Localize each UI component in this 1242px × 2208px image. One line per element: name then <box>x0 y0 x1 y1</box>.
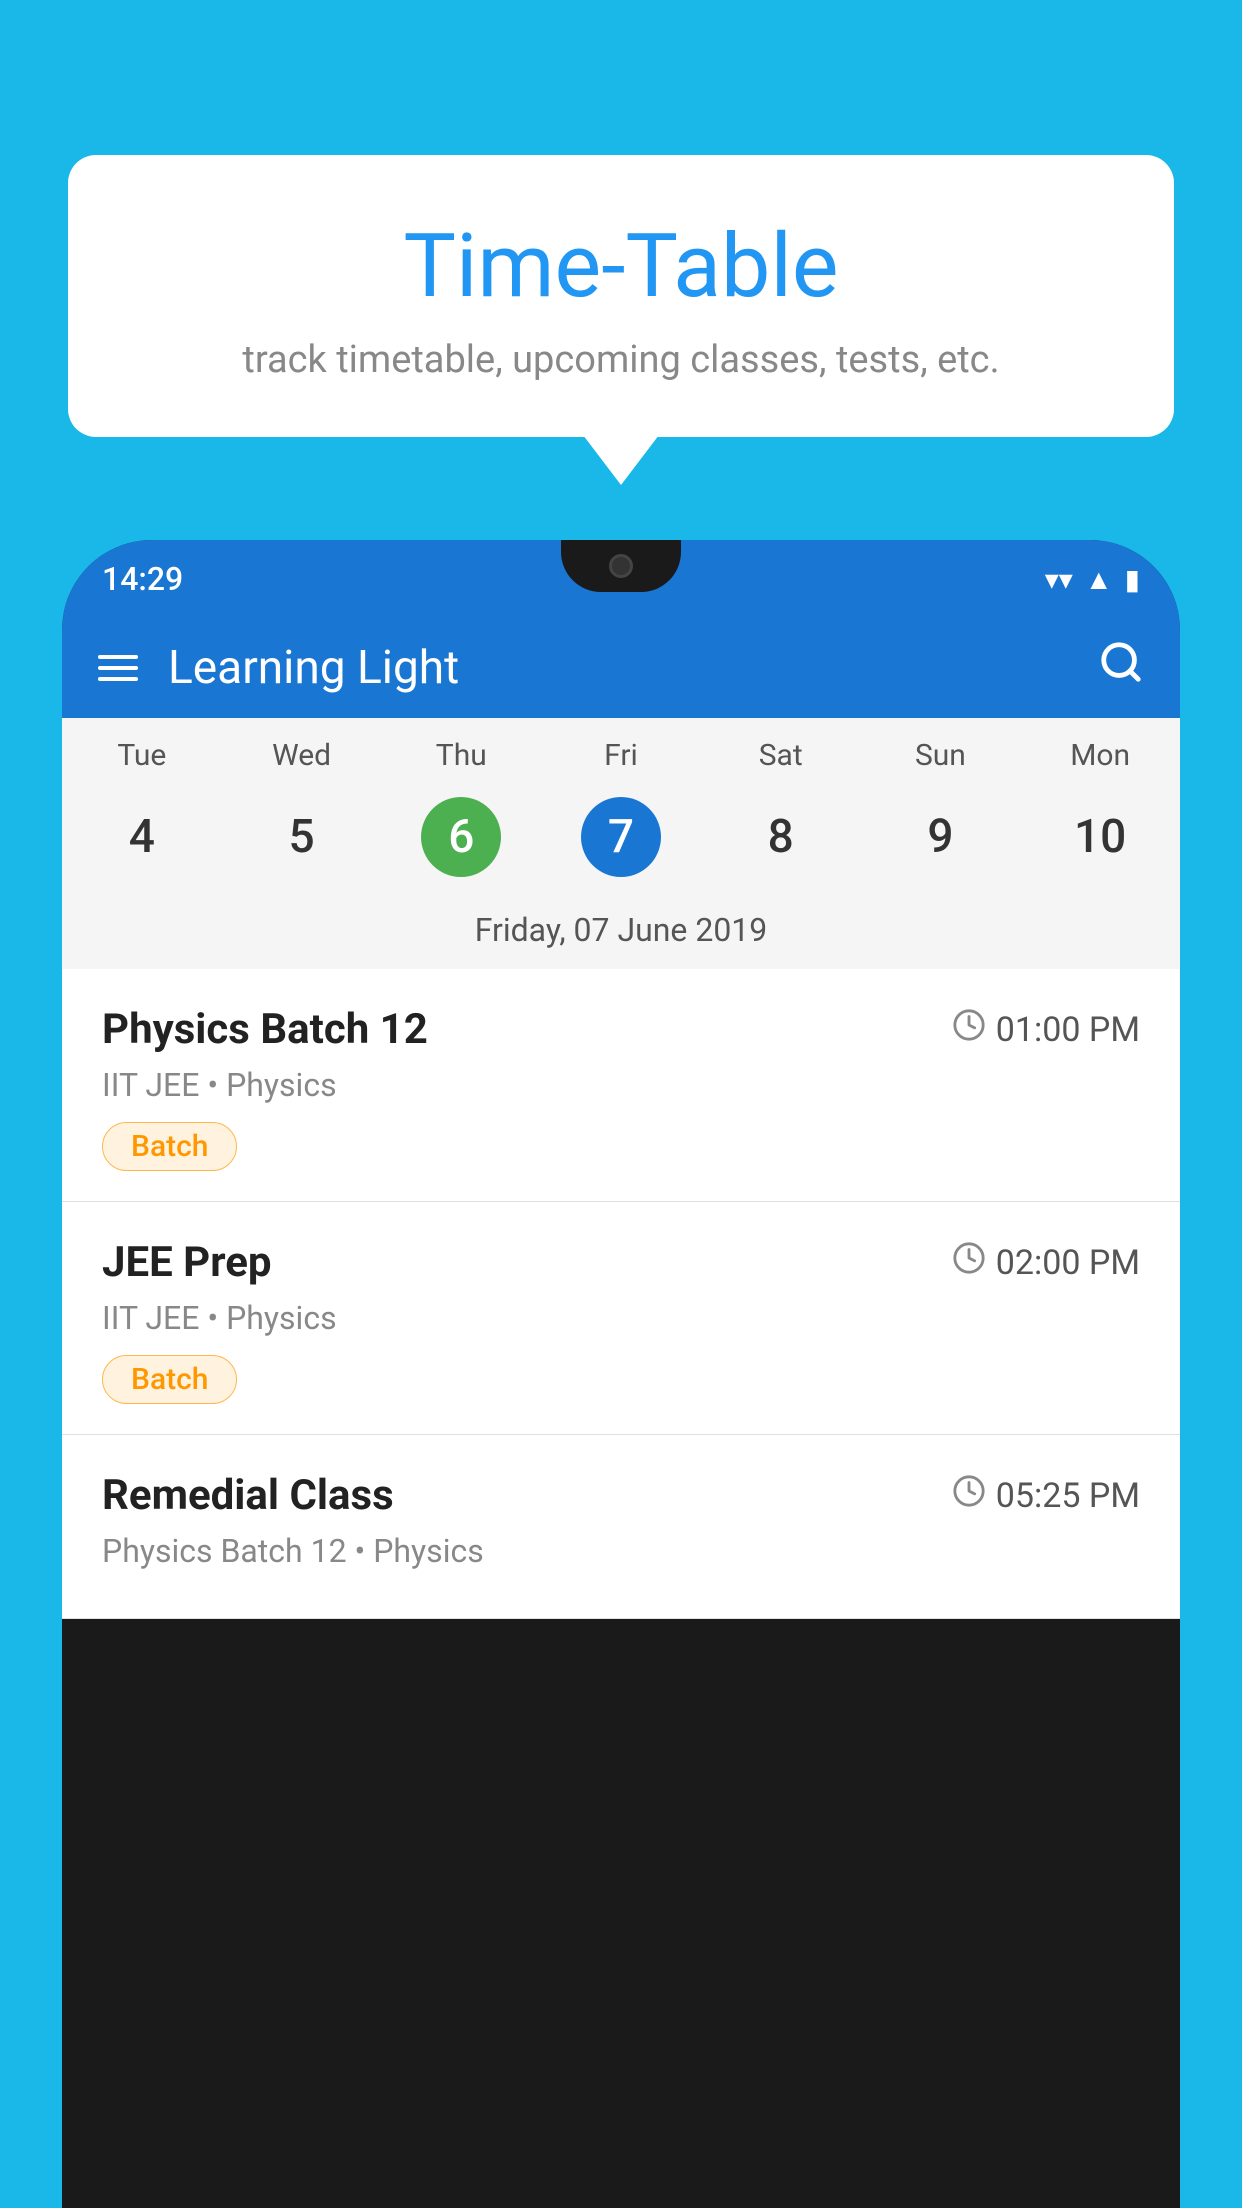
date-8[interactable]: 8 <box>701 789 861 885</box>
signal-icon: ▲ <box>1085 563 1113 596</box>
day-tue: Tue <box>62 738 222 773</box>
date-10[interactable]: 10 <box>1020 789 1180 885</box>
schedule-item-1-title: Physics Batch 12 <box>102 1005 428 1054</box>
bubble-subtitle: track timetable, upcoming classes, tests… <box>118 338 1124 382</box>
clock-icon-2 <box>952 1241 986 1284</box>
schedule-item-2-time-text: 02:00 PM <box>996 1243 1140 1283</box>
schedule-item-2-badge: Batch <box>102 1355 237 1404</box>
day-sat: Sat <box>701 738 861 773</box>
status-time: 14:29 <box>102 560 183 598</box>
schedule-list: Physics Batch 12 01:00 PM IIT JEE • Phys… <box>62 969 1180 1619</box>
bubble-title: Time-Table <box>118 215 1124 318</box>
schedule-item-2-sub: IIT JEE • Physics <box>102 1299 1140 1337</box>
date-5[interactable]: 5 <box>222 789 382 885</box>
app-title: Learning Light <box>168 641 1068 695</box>
app-header: Learning Light <box>62 618 1180 718</box>
selected-date-label: Friday, 07 June 2019 <box>62 901 1180 969</box>
day-thu: Thu <box>381 738 541 773</box>
camera <box>609 554 633 578</box>
status-bar: 14:29 ▾▾ ▲ ▮ <box>62 540 1180 618</box>
phone-frame: 14:29 ▾▾ ▲ ▮ Learning Light Tue Wed <box>62 540 1180 2208</box>
speech-bubble: Time-Table track timetable, upcoming cla… <box>68 155 1174 437</box>
schedule-item-2-time: 02:00 PM <box>952 1241 1140 1284</box>
schedule-item-1-header: Physics Batch 12 01:00 PM <box>102 1005 1140 1054</box>
hamburger-menu-button[interactable] <box>98 655 138 681</box>
days-header: Tue Wed Thu Fri Sat Sun Mon <box>62 718 1180 781</box>
search-button[interactable] <box>1098 639 1144 697</box>
schedule-item-3-title: Remedial Class <box>102 1471 394 1520</box>
schedule-item-3-header: Remedial Class 05:25 PM <box>102 1471 1140 1520</box>
schedule-item-3[interactable]: Remedial Class 05:25 PM Physics Batch 12… <box>62 1435 1180 1619</box>
wifi-icon: ▾▾ <box>1045 563 1073 596</box>
dates-row: 4 5 6 7 8 9 10 <box>62 781 1180 901</box>
date-6[interactable]: 6 <box>381 789 541 885</box>
day-fri: Fri <box>541 738 701 773</box>
schedule-item-1[interactable]: Physics Batch 12 01:00 PM IIT JEE • Phys… <box>62 969 1180 1202</box>
schedule-item-1-time: 01:00 PM <box>952 1008 1140 1051</box>
day-mon: Mon <box>1020 738 1180 773</box>
clock-icon-3 <box>952 1474 986 1517</box>
schedule-item-1-badge: Batch <box>102 1122 237 1171</box>
schedule-item-1-sub: IIT JEE • Physics <box>102 1066 1140 1104</box>
date-4[interactable]: 4 <box>62 789 222 885</box>
day-sun: Sun <box>861 738 1021 773</box>
calendar-section: Tue Wed Thu Fri Sat Sun Mon 4 5 6 7 8 9 … <box>62 718 1180 969</box>
schedule-item-1-time-text: 01:00 PM <box>996 1010 1140 1050</box>
schedule-item-3-time-text: 05:25 PM <box>996 1476 1140 1516</box>
schedule-item-2-header: JEE Prep 02:00 PM <box>102 1238 1140 1287</box>
schedule-item-3-time: 05:25 PM <box>952 1474 1140 1517</box>
status-icons: ▾▾ ▲ ▮ <box>1045 563 1140 596</box>
schedule-item-2[interactable]: JEE Prep 02:00 PM IIT JEE • Physics Batc… <box>62 1202 1180 1435</box>
clock-icon-1 <box>952 1008 986 1051</box>
battery-icon: ▮ <box>1125 563 1140 596</box>
schedule-item-3-sub: Physics Batch 12 • Physics <box>102 1532 1140 1570</box>
date-9[interactable]: 9 <box>861 789 1021 885</box>
schedule-item-2-title: JEE Prep <box>102 1238 272 1287</box>
day-wed: Wed <box>222 738 382 773</box>
notch <box>561 540 681 592</box>
date-7[interactable]: 7 <box>541 789 701 885</box>
